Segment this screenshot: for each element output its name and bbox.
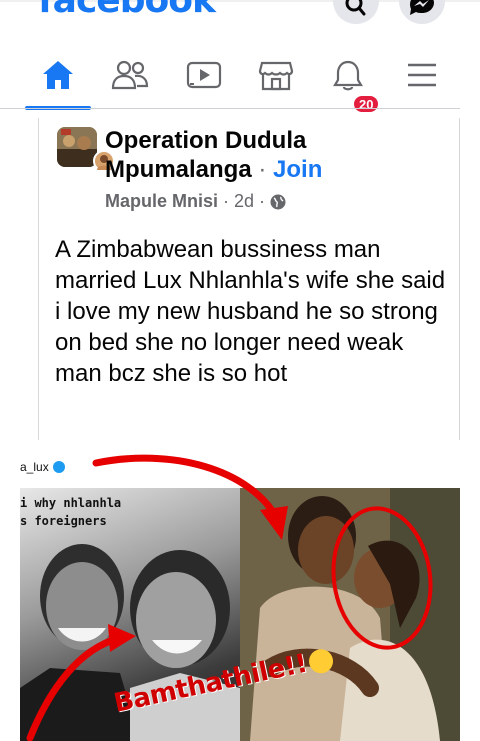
red-annotation-overlay [26,454,433,741]
nav-marketplace[interactable] [250,52,302,98]
notification-count-badge: 20 [352,94,381,114]
laughing-emoji-icon [306,646,335,676]
group-title: Operation Dudula Mpumalanga · Join [105,126,445,184]
search-icon [345,0,366,16]
bell-icon [333,60,363,91]
separator-dot: · [223,191,230,211]
marketplace-icon [258,61,294,91]
hamburger-menu-icon [408,63,436,87]
red-arrow-top-head [260,506,288,540]
main-navigation: 20 [0,40,480,114]
video-icon [186,61,222,89]
search-button[interactable] [333,0,379,24]
top-bar: facebook [0,0,480,40]
nav-notifications[interactable] [322,52,374,98]
red-arrow-top [92,454,282,524]
red-circle-annotation [331,506,433,650]
post-time[interactable]: 2d [234,191,254,212]
separator-dot: · [259,191,266,211]
nav-menu[interactable] [396,52,448,98]
facebook-logo[interactable]: facebook [38,0,216,21]
post-meta: Mapule Mnisi · 2d · [105,191,286,212]
red-arrow-bottom-head [108,624,136,652]
red-arrow-bottom [26,634,124,741]
friends-icon [111,60,149,90]
group-avatar[interactable] [57,127,97,167]
home-icon [43,61,73,89]
join-group-button[interactable]: Join [273,156,322,183]
post-card: Operation Dudula Mpumalanga · Join Mapul… [38,118,460,440]
nav-divider [0,108,460,109]
group-avatar-image [57,127,97,167]
messenger-icon [410,0,434,15]
separator-dot: · [258,156,267,183]
post-image[interactable]: a_lux i why nhlanhla s foreigners Bamthat… [20,448,460,741]
globe-icon [270,194,286,209]
nav-friends[interactable] [104,52,156,98]
post-body-text: A Zimbabwean bussiness man married Lux N… [55,236,446,387]
nav-home[interactable] [32,52,84,98]
messenger-button[interactable] [399,0,445,24]
author-name[interactable]: Mapule Mnisi [105,191,218,212]
nav-watch[interactable] [178,52,230,98]
